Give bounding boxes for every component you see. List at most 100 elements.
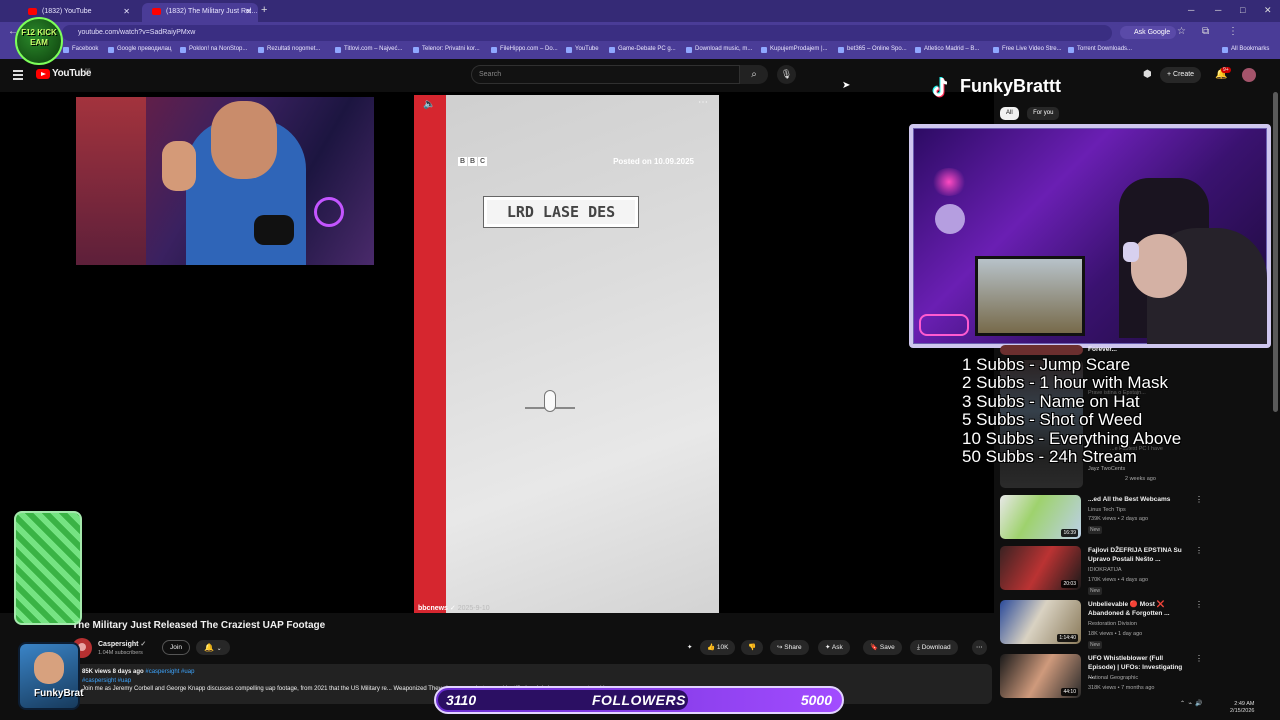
volume-icon[interactable]: 🔈 (423, 99, 435, 110)
headset-icon (1123, 242, 1139, 262)
bookmark-item[interactable]: Titlovi.com – Najveć... (335, 46, 402, 53)
create-button[interactable]: + Create (1160, 67, 1202, 83)
followers-current: 3110 (446, 692, 477, 708)
new-tab-button[interactable]: + (261, 4, 267, 16)
bookmark-item[interactable]: bet365 – Online Spo... (838, 46, 907, 53)
chevron-up-icon[interactable]: ⌃ (1180, 701, 1185, 707)
sidebar-thumbnail[interactable]: 20:03 (1000, 546, 1081, 590)
url-field[interactable]: youtube.com/watch?v=SadRaiyPMxw (62, 25, 1112, 41)
sidebar-channel[interactable]: Jayz TwoCents (1088, 466, 1125, 472)
bookmark-item[interactable]: FileHippo.com – Do... (491, 46, 558, 53)
region-code: RS (85, 67, 91, 72)
hashtags[interactable]: #caspersight #uap (145, 669, 194, 675)
close-tab-icon[interactable]: ✕ (245, 3, 252, 20)
bookmark-item[interactable]: Rezultati nogomet... (258, 46, 320, 53)
hashtags-line[interactable]: #caspersight #uap (82, 677, 982, 686)
sidebar-scrollbar[interactable] (1273, 92, 1278, 412)
chip-all[interactable]: All (1000, 107, 1019, 120)
share-button[interactable]: ↪ Share (770, 640, 809, 655)
search-icon: ⌕ (751, 69, 757, 80)
youtube-logo-icon[interactable] (36, 69, 50, 79)
join-button[interactable]: Join (162, 640, 190, 655)
star-icon[interactable]: ☆ (1177, 26, 1186, 37)
bookmark-item[interactable]: Game-Debate PC g... (609, 46, 676, 53)
bookmark-icon (63, 47, 69, 53)
ask-google-button[interactable]: Ask Google (1120, 26, 1177, 39)
bookmark-item[interactable]: Facebook (63, 46, 98, 53)
more-actions-button[interactable]: ⋯ (972, 640, 987, 655)
menu-icon[interactable]: ⋮ (1228, 26, 1238, 37)
search-input[interactable]: Search (471, 65, 740, 84)
bookmark-item[interactable]: Poklon! na NonStop... (180, 46, 247, 53)
close-window-icon[interactable]: ✕ (1264, 5, 1272, 16)
bookmark-item[interactable]: Google преводилац (108, 46, 171, 53)
sidebar-video-title[interactable]: Forever... (1088, 345, 1188, 354)
mouse-cursor-icon: ➤ (842, 80, 851, 91)
bookmark-item[interactable]: Atletico Madrid – B... (915, 46, 979, 53)
bookmark-item[interactable]: Download music, m... (686, 46, 752, 53)
sidebar-thumbnail[interactable]: 1:14:40 (1000, 600, 1081, 644)
studio-icon[interactable]: ⬢ (1143, 69, 1152, 80)
sidebar-channel[interactable]: IDIOKRATIJA (1088, 567, 1122, 573)
extensions-icon[interactable]: ⧉ (1202, 26, 1209, 37)
sidebar-thumbnail[interactable]: 16:39 (1000, 495, 1081, 539)
sidebar-thumbnail[interactable] (1000, 345, 1083, 355)
sidebar-channel[interactable]: Linus Tech Tips (1088, 507, 1126, 513)
bookmark-icon (180, 47, 186, 53)
volume-tray-icon[interactable]: 🔊 (1195, 701, 1202, 707)
sidebar-video-title[interactable]: ...ed All the Best Webcams (1088, 495, 1188, 504)
ask-button[interactable]: ✦ Ask (818, 640, 850, 655)
minimize-button-icon[interactable]: ─ (1215, 5, 1221, 15)
tab-video[interactable]: (1832) The Military Just Rel... ✕ (142, 3, 258, 22)
network-icon[interactable]: ⌁ (1188, 701, 1192, 707)
new-badge: New (1088, 641, 1103, 649)
video-source-credit: bbcnews ✓ 2025-9-10 (418, 605, 490, 612)
dislike-button[interactable]: 👎 (741, 640, 764, 655)
bookmarks-bar: Facebook Google преводилац Poklon! na No… (0, 43, 1280, 59)
bookmark-icon (258, 47, 264, 53)
more-options-icon[interactable]: ⋮ (1195, 495, 1203, 504)
thumbs-down-icon: 👎 (748, 644, 757, 651)
maximize-icon[interactable]: □ (1240, 5, 1245, 15)
search-button[interactable]: ⌕ (740, 65, 768, 84)
video-frame[interactable]: BBC Posted on 10.09.2025 LRD LASE DES (414, 95, 719, 613)
sub-goal: 5 Subbs - Shot of Weed (962, 410, 1143, 430)
bookmark-item[interactable]: Telenor: Privatni kor... (413, 46, 480, 53)
tab-label: (1832) The Military Just Rel... (166, 8, 258, 15)
like-button[interactable]: 👍 10K (700, 640, 736, 655)
bookmark-item[interactable]: Torrent Downloads... (1068, 46, 1132, 53)
bookmark-item[interactable]: YouTube (566, 46, 599, 53)
sidebar-video-title[interactable]: Fajlovi DŽEFRIJA EPSTINA Su Upravo Posta… (1088, 546, 1188, 564)
more-options-icon[interactable]: ⋮ (1195, 546, 1203, 555)
hamburger-menu-icon[interactable] (13, 70, 23, 82)
sidebar-channel[interactable]: National Geographic (1088, 675, 1138, 681)
download-button[interactable]: ⤓ Download (910, 640, 958, 655)
sidebar-channel[interactable]: Restoration Division (1088, 621, 1137, 627)
voice-search-icon[interactable]: 🎙 (777, 65, 796, 84)
followers-label: FOLLOWERS (592, 692, 686, 708)
more-options-icon[interactable]: ⋮ (1195, 654, 1203, 663)
subscribe-bell-button[interactable]: 🔔 ⌄ (196, 640, 230, 655)
account-avatar[interactable] (1242, 68, 1256, 82)
save-button[interactable]: 🔖 Save (863, 640, 902, 655)
chip-for-you[interactable]: For you (1027, 107, 1060, 120)
posted-on-label: Posted on 10.09.2025 (613, 157, 694, 166)
channel-name[interactable]: Caspersight ✓ (98, 640, 146, 648)
bookmark-item[interactable]: Free Live Video Stre... (993, 46, 1062, 53)
video-title: The Military Just Released The Craziest … (72, 620, 326, 631)
close-tab-icon[interactable]: ✕ (123, 3, 130, 20)
more-options-icon[interactable]: ⋯ (698, 97, 708, 108)
monitor (975, 256, 1085, 336)
bookmark-icon (761, 47, 767, 53)
hype-icon[interactable]: ✦ (680, 640, 699, 655)
sidebar-video-title[interactable]: Unbelievable 🔴 Most ❌ Abandoned & Forgot… (1088, 600, 1188, 618)
clock[interactable]: 2:49 AM 2/15/2026 (1230, 701, 1254, 715)
minimize-icon[interactable]: ─ (1188, 5, 1194, 15)
bookmark-item[interactable]: KupujemProdajem |... (761, 46, 828, 53)
sidebar-thumbnail[interactable]: 44:10 (1000, 654, 1081, 698)
all-bookmarks[interactable]: All Bookmarks (1222, 46, 1269, 53)
new-badge: New (1088, 587, 1103, 595)
bookmark-icon (413, 47, 419, 53)
more-icon: ⋯ (976, 644, 983, 651)
more-options-icon[interactable]: ⋮ (1195, 600, 1203, 609)
